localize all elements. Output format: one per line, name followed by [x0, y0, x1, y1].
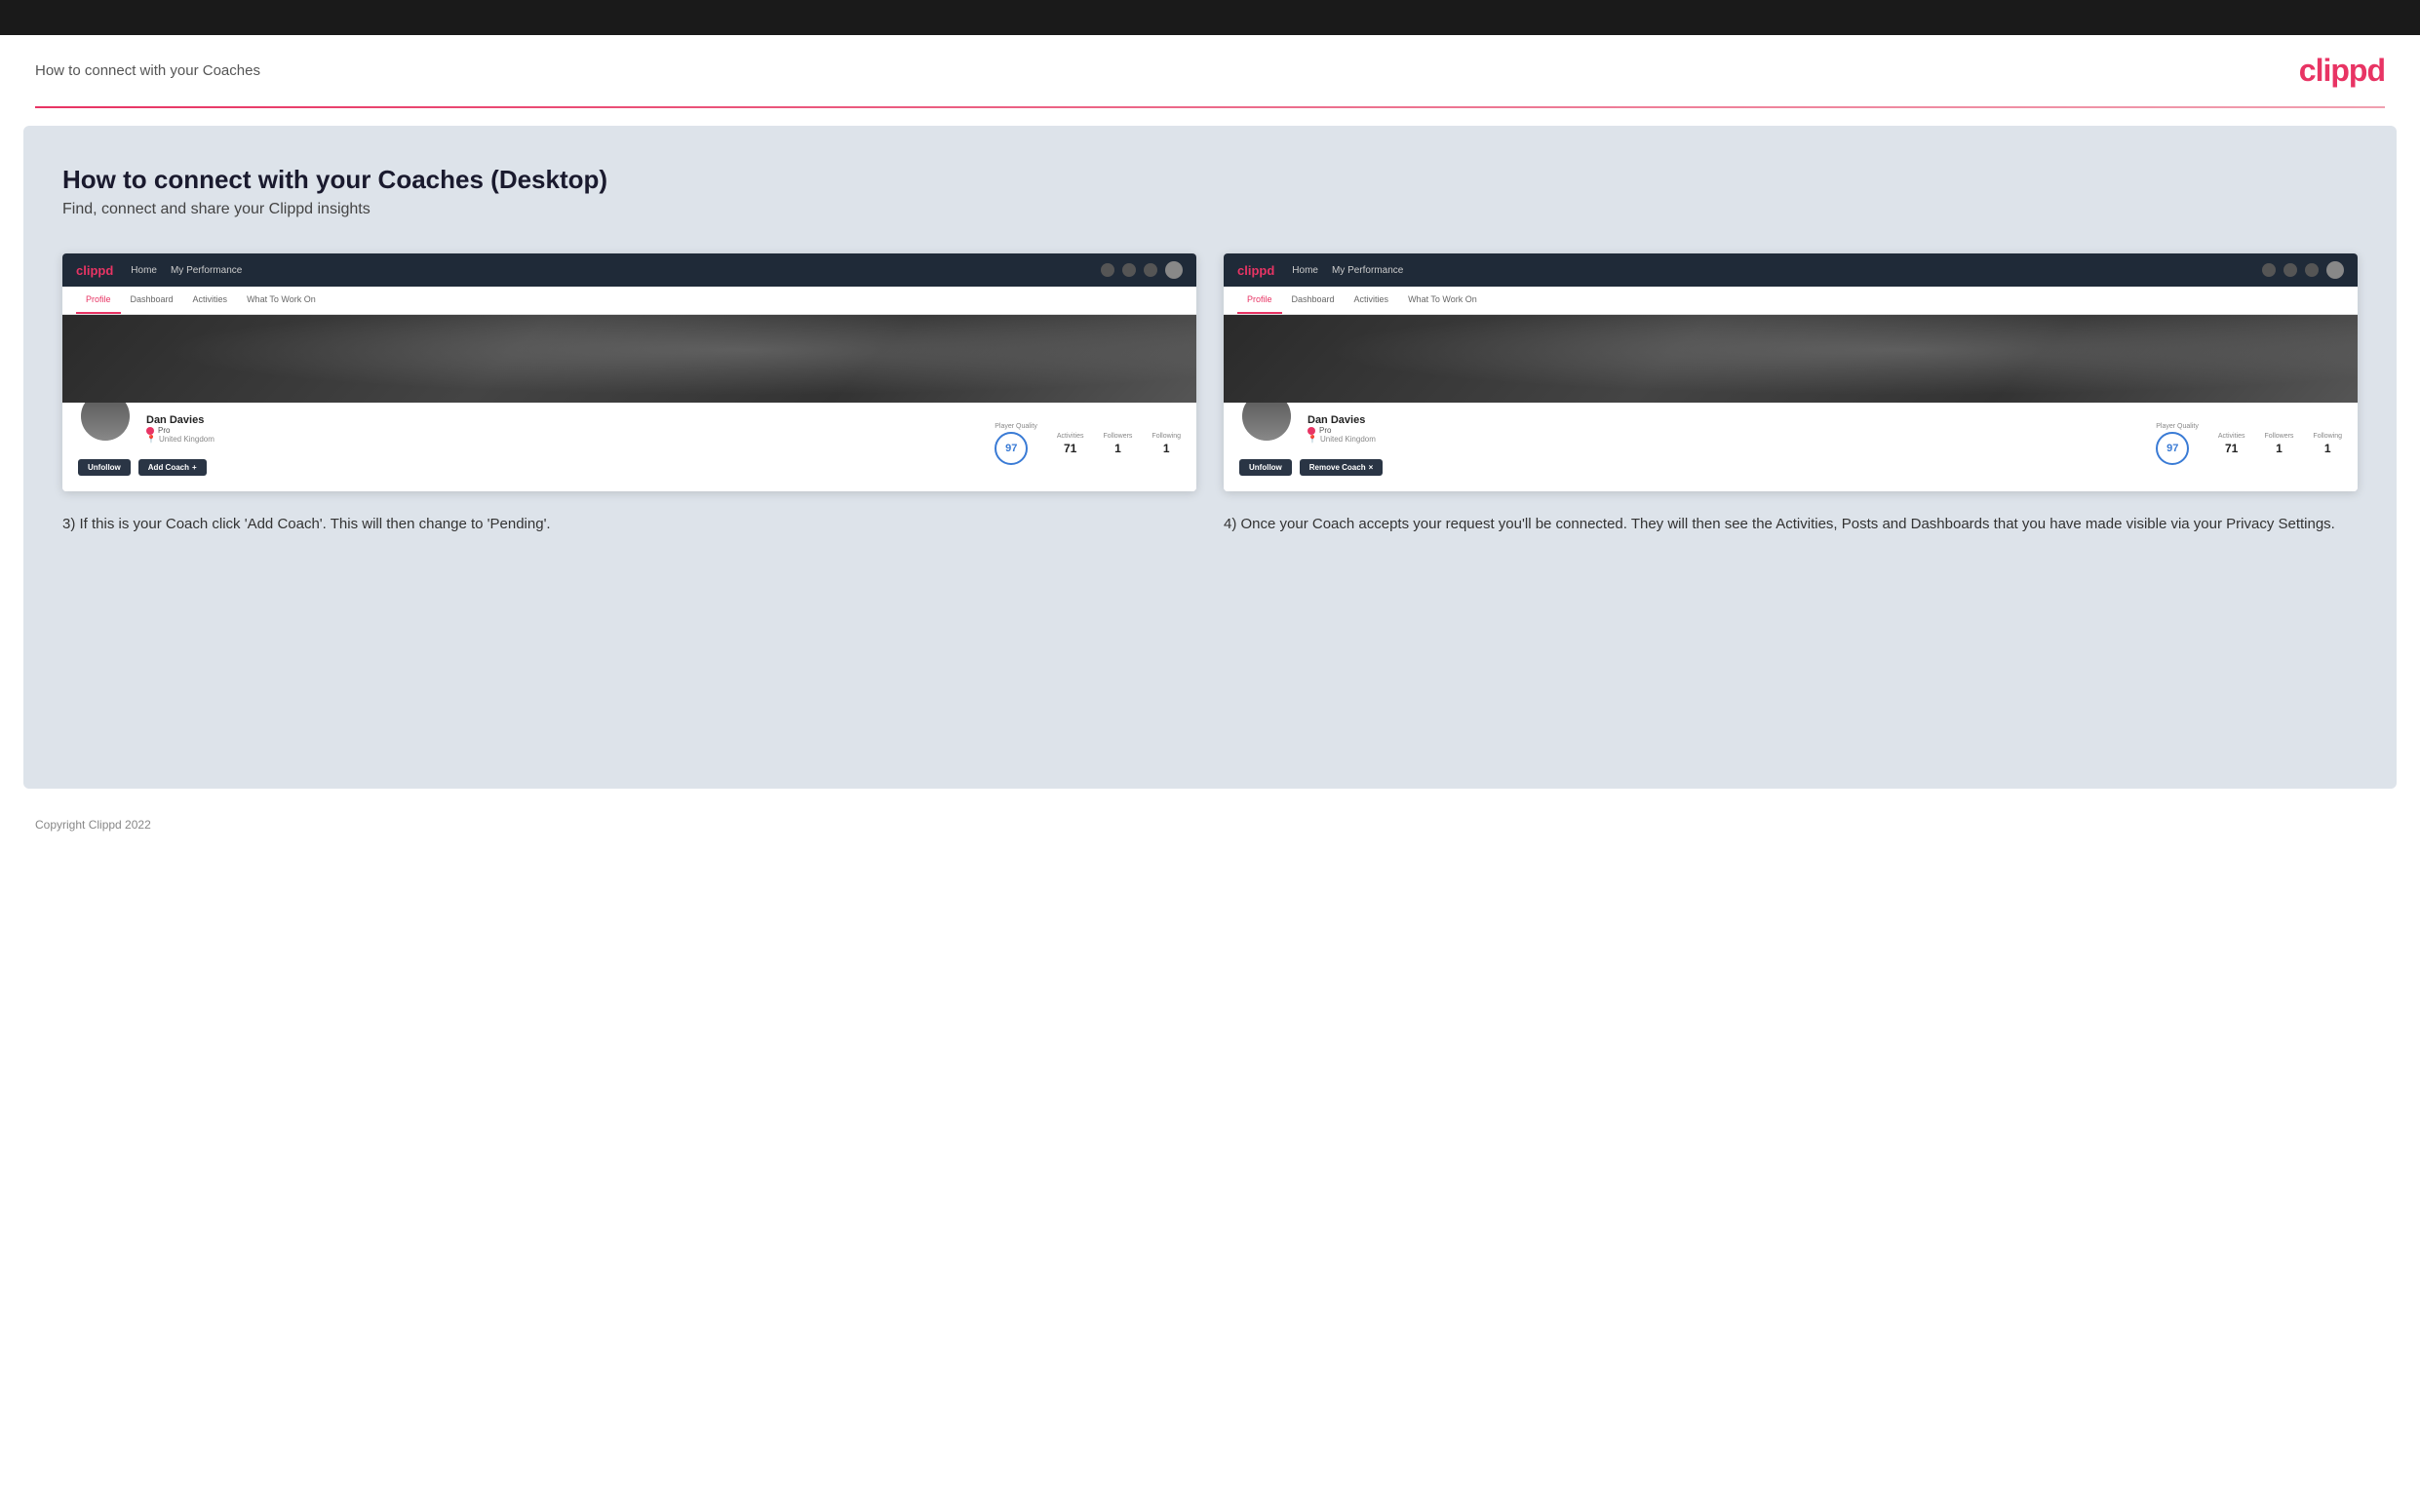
mock-stat-quality-2: Player Quality 97 [2156, 423, 2199, 465]
mock-nav-performance-2: My Performance [1332, 265, 1403, 276]
mock-nav-performance-1: My Performance [171, 265, 242, 276]
mock-stat-activities-1: Activities 71 [1057, 433, 1084, 455]
mock-following-label-1: Following [1151, 433, 1181, 440]
mock-bell-icon-2 [2305, 263, 2319, 277]
page-title: How to connect with your Coaches [35, 62, 260, 79]
mock-activities-value-1: 71 [1057, 442, 1084, 455]
mock-following-value-2: 1 [2313, 442, 2342, 455]
screenshot-col-1: clippd Home My Performance Profile [62, 253, 1196, 535]
mock-nav-home-2: Home [1292, 265, 1318, 276]
mock-logo-1: clippd [76, 263, 113, 278]
mock-unfollow-button-1[interactable]: Unfollow [78, 459, 131, 476]
mock-tab-whattworkon-1[interactable]: What To Work On [237, 287, 326, 314]
mock-user-icon-2 [2283, 263, 2297, 277]
mock-profile-section-1: Dan Davies Pro 📍 United Kingdom [62, 403, 1196, 491]
mock-badge-dot-1 [146, 427, 154, 435]
mock-banner-1 [62, 315, 1196, 403]
mock-banner-overlay-2 [1224, 315, 2358, 403]
mock-actions-2: Unfollow Remove Coach × [1239, 459, 1383, 476]
screenshot-col-2: clippd Home My Performance Profile [1224, 253, 2358, 535]
mock-search-icon-2 [2262, 263, 2276, 277]
mock-profile-badge-1: Pro [146, 426, 215, 435]
mock-addcoach-button-1[interactable]: Add Coach + [138, 459, 207, 476]
mock-quality-label-2: Player Quality [2156, 423, 2199, 430]
header: How to connect with your Coaches clippd [0, 35, 2420, 106]
mock-nav-icons-2 [2262, 261, 2344, 279]
mock-stat-following-1: Following 1 [1151, 433, 1181, 455]
mock-activities-value-2: 71 [2218, 442, 2245, 455]
mock-nav-home-1: Home [131, 265, 157, 276]
screenshot-frame-1: clippd Home My Performance Profile [62, 253, 1196, 491]
top-bar [0, 0, 2420, 35]
mock-stat-followers-1: Followers 1 [1103, 433, 1132, 455]
mock-quality-value-2: 97 [2156, 432, 2189, 465]
mock-tab-profile-1[interactable]: Profile [76, 287, 121, 314]
mock-followers-label-1: Followers [1103, 433, 1132, 440]
mock-following-value-1: 1 [1151, 442, 1181, 455]
mock-followers-value-1: 1 [1103, 442, 1132, 455]
header-divider [35, 106, 2385, 108]
mock-stat-activities-2: Activities 71 [2218, 433, 2245, 455]
mock-actions-1: Unfollow Add Coach + [78, 459, 215, 476]
mock-quality-label-1: Player Quality [995, 423, 1037, 430]
mock-tab-whattoworkon-2[interactable]: What To Work On [1398, 287, 1487, 314]
mock-badge-dot-2 [1308, 427, 1315, 435]
mock-nav-2: clippd Home My Performance [1224, 253, 2358, 287]
mock-following-label-2: Following [2313, 433, 2342, 440]
mock-tabs-1: Profile Dashboard Activities What To Wor… [62, 287, 1196, 315]
mock-profile-info-1: Dan Davies Pro 📍 United Kingdom [146, 414, 215, 444]
mock-activities-label-1: Activities [1057, 433, 1084, 440]
footer: Copyright Clippd 2022 [0, 806, 2420, 843]
clippd-logo: clippd [2299, 53, 2385, 89]
screenshot-frame-2: clippd Home My Performance Profile [1224, 253, 2358, 491]
mock-search-icon-1 [1101, 263, 1114, 277]
mock-profile-info-2: Dan Davies Pro 📍 United Kingdom [1308, 414, 1383, 444]
description-1: 3) If this is your Coach click 'Add Coac… [62, 513, 1196, 535]
mock-profile-location-1: 📍 United Kingdom [146, 435, 215, 444]
mock-nav-links-1: Home My Performance [131, 265, 1083, 276]
mock-followers-value-2: 1 [2264, 442, 2293, 455]
mock-removecoach-button[interactable]: Remove Coach × [1300, 459, 1383, 476]
mock-profile-badge-2: Pro [1308, 426, 1383, 435]
mock-stat-quality-1: Player Quality 97 [995, 423, 1037, 465]
mock-banner-2 [1224, 315, 2358, 403]
mock-stat-following-2: Following 1 [2313, 433, 2342, 455]
mock-avatar-icon-2 [2326, 261, 2344, 279]
mock-tab-dashboard-2[interactable]: Dashboard [1282, 287, 1345, 314]
mock-activities-label-2: Activities [2218, 433, 2245, 440]
mock-nav-1: clippd Home My Performance [62, 253, 1196, 287]
mock-tab-activities-2[interactable]: Activities [1345, 287, 1399, 314]
main-subheading: Find, connect and share your Clippd insi… [62, 201, 2358, 218]
mock-tab-activities-1[interactable]: Activities [183, 287, 238, 314]
main-heading: How to connect with your Coaches (Deskto… [62, 165, 2358, 195]
mock-logo-2: clippd [1237, 263, 1274, 278]
mock-quality-value-1: 97 [995, 432, 1028, 465]
mock-tab-profile-2[interactable]: Profile [1237, 287, 1282, 314]
mock-profile-name-2: Dan Davies [1308, 414, 1383, 426]
mock-stat-followers-2: Followers 1 [2264, 433, 2293, 455]
mock-nav-links-2: Home My Performance [1292, 265, 2244, 276]
mock-user-icon-1 [1122, 263, 1136, 277]
mock-tab-dashboard-1[interactable]: Dashboard [121, 287, 183, 314]
mock-stats-2: Player Quality 97 Activities 71 Follower… [2156, 423, 2342, 465]
mock-stats-1: Player Quality 97 Activities 71 Follower… [995, 423, 1181, 465]
copyright-text: Copyright Clippd 2022 [35, 818, 151, 832]
mock-banner-overlay-1 [62, 315, 1196, 403]
mock-unfollow-button-2[interactable]: Unfollow [1239, 459, 1292, 476]
mock-bell-icon-1 [1144, 263, 1157, 277]
mock-followers-label-2: Followers [2264, 433, 2293, 440]
mock-avatar-icon-1 [1165, 261, 1183, 279]
mock-profile-name-1: Dan Davies [146, 414, 215, 426]
main-content: How to connect with your Coaches (Deskto… [23, 126, 2397, 789]
mock-nav-icons-1 [1101, 261, 1183, 279]
description-2: 4) Once your Coach accepts your request … [1224, 513, 2358, 535]
mock-profile-section-2: Dan Davies Pro 📍 United Kingdom [1224, 403, 2358, 491]
mock-profile-location-2: 📍 United Kingdom [1308, 435, 1383, 444]
screenshots-row: clippd Home My Performance Profile [62, 253, 2358, 535]
mock-tabs-2: Profile Dashboard Activities What To Wor… [1224, 287, 2358, 315]
